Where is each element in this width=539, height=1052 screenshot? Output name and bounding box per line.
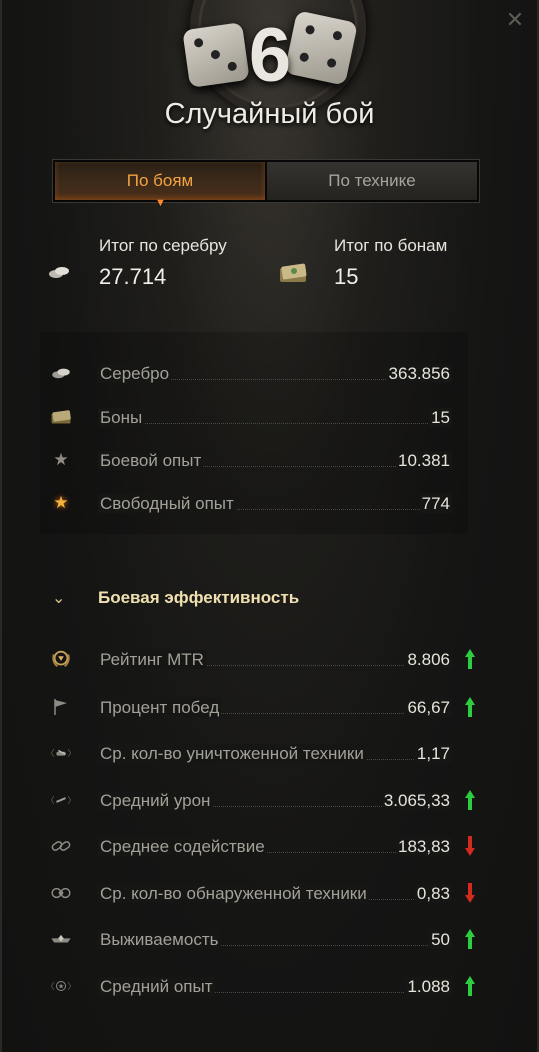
battle-type-emblem: 6 bbox=[160, 0, 380, 116]
page-title: Случайный бой bbox=[164, 98, 375, 130]
resource-label: Свободный опыт bbox=[98, 494, 236, 513]
stat-value: 1,17 bbox=[414, 744, 452, 763]
trend-down-icon bbox=[465, 883, 475, 903]
chevron-down-icon: ▼ bbox=[155, 197, 166, 209]
total-bonds-label: Итог по бонам bbox=[334, 236, 448, 255]
stat-label: Рейтинг MTR bbox=[98, 650, 206, 669]
chevron-down-icon: ⌄ bbox=[52, 590, 66, 607]
close-icon[interactable]: ✕ bbox=[505, 9, 525, 31]
dotted-leader bbox=[98, 423, 452, 424]
resource-label: Серебро bbox=[98, 364, 172, 383]
stat-value: 3.065,33 bbox=[381, 791, 452, 810]
resource-label: Боевой опыт bbox=[98, 451, 204, 470]
trend-up-icon bbox=[465, 697, 475, 717]
tab-label: По технике bbox=[328, 171, 416, 190]
stat-row-destroyed: Ср. кол-во уничтоженной техники 1,17 bbox=[40, 740, 480, 764]
resource-value: 10.381 bbox=[396, 451, 452, 470]
stat-value: 183,83 bbox=[396, 837, 452, 856]
bonds-icon bbox=[50, 408, 72, 426]
resource-row-bonds: Боны 15 bbox=[40, 404, 452, 428]
stat-value: 1.088 bbox=[405, 977, 452, 996]
silver-icon bbox=[50, 364, 72, 382]
resource-row-free-xp: ★ Свободный опыт 774 bbox=[40, 490, 452, 514]
trend-up-icon bbox=[465, 649, 475, 669]
tab-by-battles[interactable]: По боям ▼ bbox=[55, 162, 267, 209]
trend-up-icon bbox=[465, 929, 475, 949]
trend-up-icon bbox=[465, 976, 475, 996]
stat-value: 0,83 bbox=[414, 884, 452, 903]
assist-icon bbox=[50, 837, 72, 855]
stat-label: Процент побед bbox=[98, 698, 222, 717]
destroyed-tank-icon bbox=[50, 744, 72, 762]
tab-bar: По боям ▼ По технике bbox=[53, 160, 479, 209]
tab-label: По боям bbox=[126, 171, 194, 190]
resource-value: 774 bbox=[419, 494, 452, 513]
stat-label: Ср. кол-во уничтоженной техники bbox=[98, 744, 366, 763]
stat-label: Средний опыт bbox=[98, 977, 215, 996]
bonds-icon bbox=[278, 262, 308, 289]
level-number: 6 bbox=[248, 13, 292, 98]
stat-row-avg-xp: ★ Средний опыт 1.088 bbox=[40, 973, 480, 997]
gold-star-icon: ★ bbox=[53, 493, 69, 512]
panel-left-edge bbox=[0, 0, 2, 1052]
silver-icon bbox=[48, 264, 70, 285]
resource-row-combat-xp: ★ Боевой опыт 10.381 bbox=[40, 447, 452, 471]
total-bonds-value: 15 bbox=[334, 264, 359, 289]
total-bonds: Итог по бонам 15 bbox=[334, 236, 447, 290]
total-silver-label: Итог по серебру bbox=[99, 236, 227, 255]
stat-row-mtr: Рейтинг MTR 8.806 bbox=[40, 646, 480, 670]
damage-icon bbox=[50, 791, 72, 809]
total-silver: Итог по серебру 27.714 bbox=[99, 236, 227, 290]
spotting-icon bbox=[50, 884, 72, 902]
stat-value: 66,67 bbox=[405, 698, 452, 717]
total-silver-value: 27.714 bbox=[99, 264, 167, 289]
stat-label: Среднее содействие bbox=[98, 837, 267, 856]
stat-label: Средний урон bbox=[98, 791, 213, 810]
stat-label: Выживаемость bbox=[98, 930, 221, 949]
section-title: Боевая эффективность bbox=[98, 588, 300, 607]
stat-value: 8.806 bbox=[405, 650, 452, 669]
tab-by-vehicles[interactable]: По технике bbox=[267, 162, 477, 200]
stat-row-damage: Средний урон 3.065,33 bbox=[40, 787, 480, 811]
flag-icon bbox=[50, 698, 72, 716]
trend-down-icon bbox=[465, 836, 475, 856]
stat-label: Ср. кол-во обнаруженной техники bbox=[98, 884, 369, 903]
stat-row-spotted: Ср. кол-во обнаруженной техники 0,83 bbox=[40, 880, 480, 904]
stat-row-assist: Среднее содействие 183,83 bbox=[40, 833, 480, 857]
stat-row-survival: Выживаемость 50 bbox=[40, 926, 480, 950]
experience-icon: ★ bbox=[50, 977, 72, 995]
svg-text:★: ★ bbox=[58, 983, 64, 991]
star-icon: ★ bbox=[53, 450, 69, 469]
rating-emblem-icon bbox=[50, 650, 72, 668]
survival-icon bbox=[50, 930, 72, 948]
efficiency-section-toggle[interactable]: ⌄ Боевая эффективность bbox=[40, 588, 480, 612]
stat-row-win-rate: Процент побед 66,67 bbox=[40, 694, 480, 718]
resource-label: Боны bbox=[98, 408, 145, 427]
resource-row-silver: Серебро 363.856 bbox=[40, 360, 452, 384]
stat-value: 50 bbox=[429, 930, 452, 949]
resource-value: 363.856 bbox=[386, 364, 452, 383]
trend-up-icon bbox=[465, 790, 475, 810]
resource-value: 15 bbox=[429, 408, 452, 427]
